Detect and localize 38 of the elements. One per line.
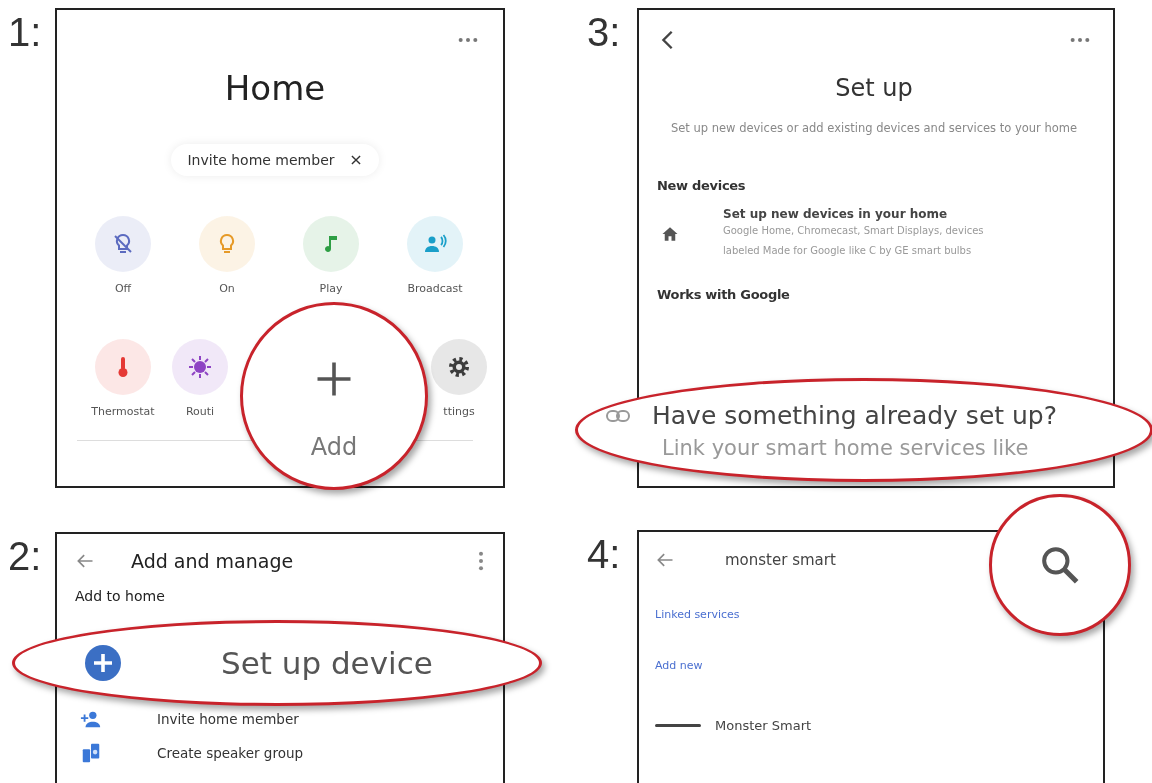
menu-item[interactable]: Create speaker group: [75, 736, 485, 770]
item-description: Google Home, Chromecast, Smart Displays, devices labeled Made for Google like C by GE smart bulbs: [723, 224, 985, 258]
quick-action-button[interactable]: Play: [279, 216, 383, 295]
invite-chip[interactable]: Invite home member: [171, 144, 379, 176]
section-heading: Works with Google: [657, 287, 791, 302]
screen-title: Set up: [834, 74, 914, 102]
screen-title: Home: [223, 68, 327, 108]
add-label: Add: [310, 433, 358, 461]
step-number: 2:: [8, 536, 43, 576]
quick-action-button[interactable]: On: [175, 216, 279, 295]
link[interactable]: Linked services: [655, 608, 740, 621]
callout-title: Have something already set up?: [652, 401, 1057, 430]
callout-label: Set up device: [221, 645, 433, 681]
item-title[interactable]: Set up new devices in your home: [723, 207, 1023, 221]
quick-action-button[interactable]: Off: [71, 216, 175, 295]
screen-subtitle: Set up new devices or add existing devices and services to your home: [669, 120, 1078, 137]
section-heading: Add to home: [75, 588, 166, 604]
plus-icon: [316, 361, 352, 397]
more-icon[interactable]: [1069, 36, 1091, 44]
chip-label: Invite home member: [187, 152, 335, 168]
section-heading: New devices: [657, 178, 747, 193]
more-icon[interactable]: [477, 550, 485, 572]
link[interactable]: Add new: [655, 659, 703, 672]
step-number: 4:: [587, 534, 622, 574]
screen-title: Add and manage: [131, 550, 295, 572]
quick-action-button[interactable]: Thermostat: [71, 339, 175, 418]
close-icon[interactable]: [348, 153, 363, 167]
house-icon: [661, 225, 679, 243]
search-icon[interactable]: [1040, 545, 1080, 585]
step-number: 3:: [587, 12, 622, 52]
search-field[interactable]: monster smart: [725, 551, 945, 569]
more-icon[interactable]: [457, 36, 479, 44]
plus-circle-icon: [85, 645, 121, 681]
menu-item[interactable]: Invite home member: [75, 702, 485, 736]
result-item[interactable]: Monster Smart: [655, 718, 1083, 733]
step-number: 1:: [8, 12, 43, 52]
quick-action-button[interactable]: Broadcast: [383, 216, 487, 295]
callout-text: Link your smart home services like: [662, 436, 1030, 460]
